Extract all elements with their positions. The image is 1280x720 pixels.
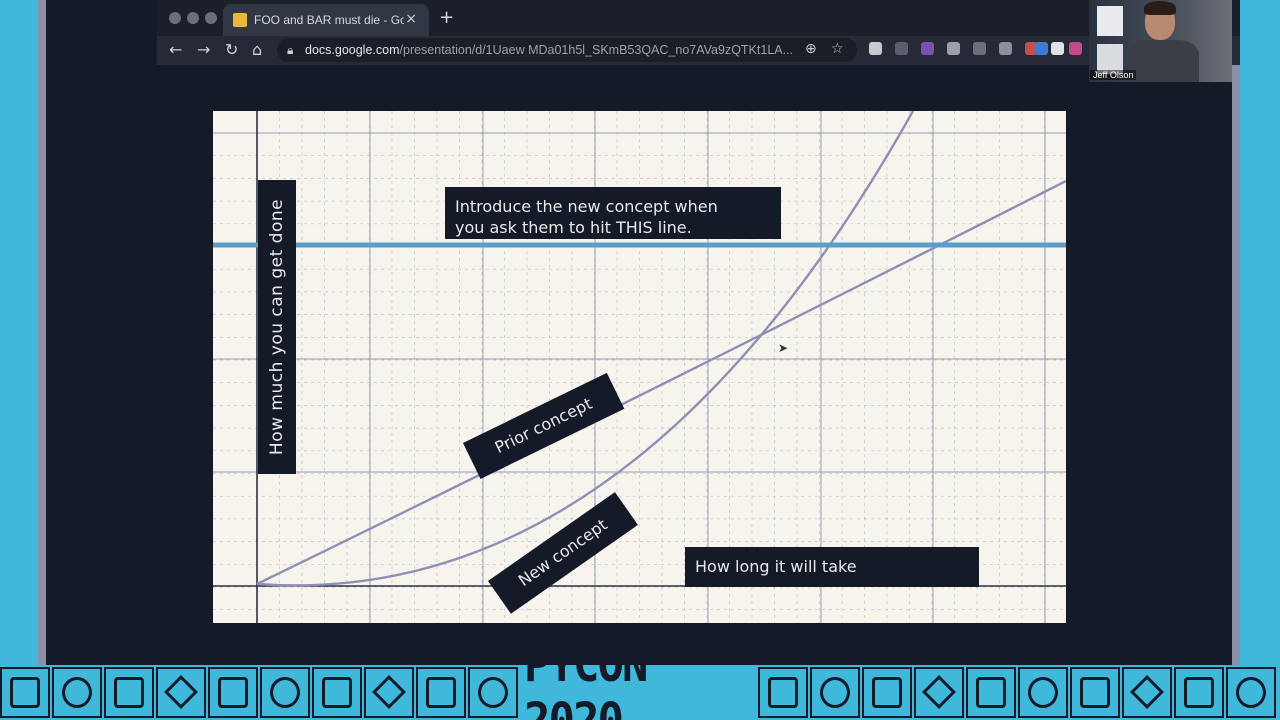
pycon-title: PYCON 2020 (524, 665, 756, 720)
annotation-line-2: you ask them to hit THIS line. (455, 218, 692, 237)
decorative-tile-icon (810, 667, 860, 718)
pycon-footer-banner: PYCON 2020 (0, 665, 1280, 720)
speaker-name: Jeff Olson (1090, 70, 1137, 80)
decorative-tile-icon (1174, 667, 1224, 718)
slides-favicon-icon (233, 13, 247, 27)
browser-toolbar: ← → ↻ ⌂ 🔒︎ docs.google.com/presentation/… (157, 36, 1240, 65)
home-icon[interactable]: ⌂ (252, 40, 262, 59)
x-axis-label: How long it will take (685, 547, 979, 587)
decorative-tile-icon (914, 667, 964, 718)
decorative-tile-icon (156, 667, 206, 718)
tab-title: FOO and BAR must die - Goog (254, 13, 404, 27)
tab-close-icon[interactable]: × (405, 11, 417, 27)
reload-icon[interactable]: ↻ (225, 40, 238, 59)
extension-icon[interactable] (921, 42, 934, 55)
extension-icon[interactable] (999, 42, 1012, 55)
decorative-tile-icon (260, 667, 310, 718)
extension-icon[interactable] (947, 42, 960, 55)
decorative-tile-icon (104, 667, 154, 718)
decorative-tile-icon (312, 667, 362, 718)
decorative-tile-icon (468, 667, 518, 718)
window-minimize-dot[interactable] (187, 12, 199, 24)
extension-icon[interactable] (869, 42, 882, 55)
window-zoom-dot[interactable] (205, 12, 217, 24)
star-icon[interactable]: ☆ (831, 41, 844, 57)
url-host: docs.google.com (305, 43, 400, 57)
speaker-hair (1144, 1, 1176, 15)
window-close-dot[interactable] (169, 12, 181, 24)
annotation-box: Introduce the new concept when you ask t… (445, 187, 781, 239)
extension-icon[interactable] (1051, 42, 1064, 55)
decorative-tile-icon (364, 667, 414, 718)
decorative-tile-icon (208, 667, 258, 718)
decorative-tile-icon (1122, 667, 1172, 718)
decorative-tile-icon (0, 667, 50, 718)
pycon-2020-logo: PYCON 2020 (524, 665, 756, 720)
webcam-paper (1097, 6, 1123, 36)
decorative-tile-icon (1070, 667, 1120, 718)
url-text: docs.google.com/presentation/d/1Uaew MDa… (305, 43, 805, 57)
y-axis-label-box: How much you can get done (258, 180, 296, 474)
tab-slides[interactable]: FOO and BAR must die - Goog × (223, 4, 429, 36)
speaker-webcam: Jeff Olson (1089, 0, 1232, 82)
mouse-cursor-icon: ➤ (778, 341, 789, 355)
forward-arrow-icon[interactable]: → (197, 40, 210, 59)
extension-icon[interactable] (895, 42, 908, 55)
extension-icon[interactable] (1035, 42, 1048, 55)
new-tab-icon[interactable]: + (439, 7, 454, 28)
speaker-body (1129, 40, 1199, 82)
decorative-tile-icon (862, 667, 912, 718)
decorative-tile-icon (966, 667, 1016, 718)
annotation-line-1: Introduce the new concept when (455, 197, 718, 216)
tab-strip: FOO and BAR must die - Goog × + (157, 0, 1240, 36)
zoom-icon[interactable]: ⊕ (805, 41, 817, 57)
back-arrow-icon[interactable]: ← (169, 40, 182, 59)
y-axis-label: How much you can get done (267, 198, 287, 456)
decorative-tile-icon (1226, 667, 1276, 718)
address-bar[interactable]: 🔒︎ docs.google.com/presentation/d/1Uaew … (277, 38, 857, 62)
lock-icon: 🔒︎ (287, 43, 294, 57)
extension-icon[interactable] (973, 42, 986, 55)
browser-window: FOO and BAR must die - Goog × + ← → ↻ ⌂ … (157, 0, 1240, 65)
decorative-tile-icon (416, 667, 466, 718)
url-path: /presentation/d/1Uaew MDa01h5l_SKmB53QAC… (399, 43, 794, 57)
decorative-tile-icon (758, 667, 808, 718)
decorative-tile-icon (52, 667, 102, 718)
presentation-slide: How much you can get done Introduce the … (213, 111, 1066, 623)
decorative-tile-icon (1018, 667, 1068, 718)
